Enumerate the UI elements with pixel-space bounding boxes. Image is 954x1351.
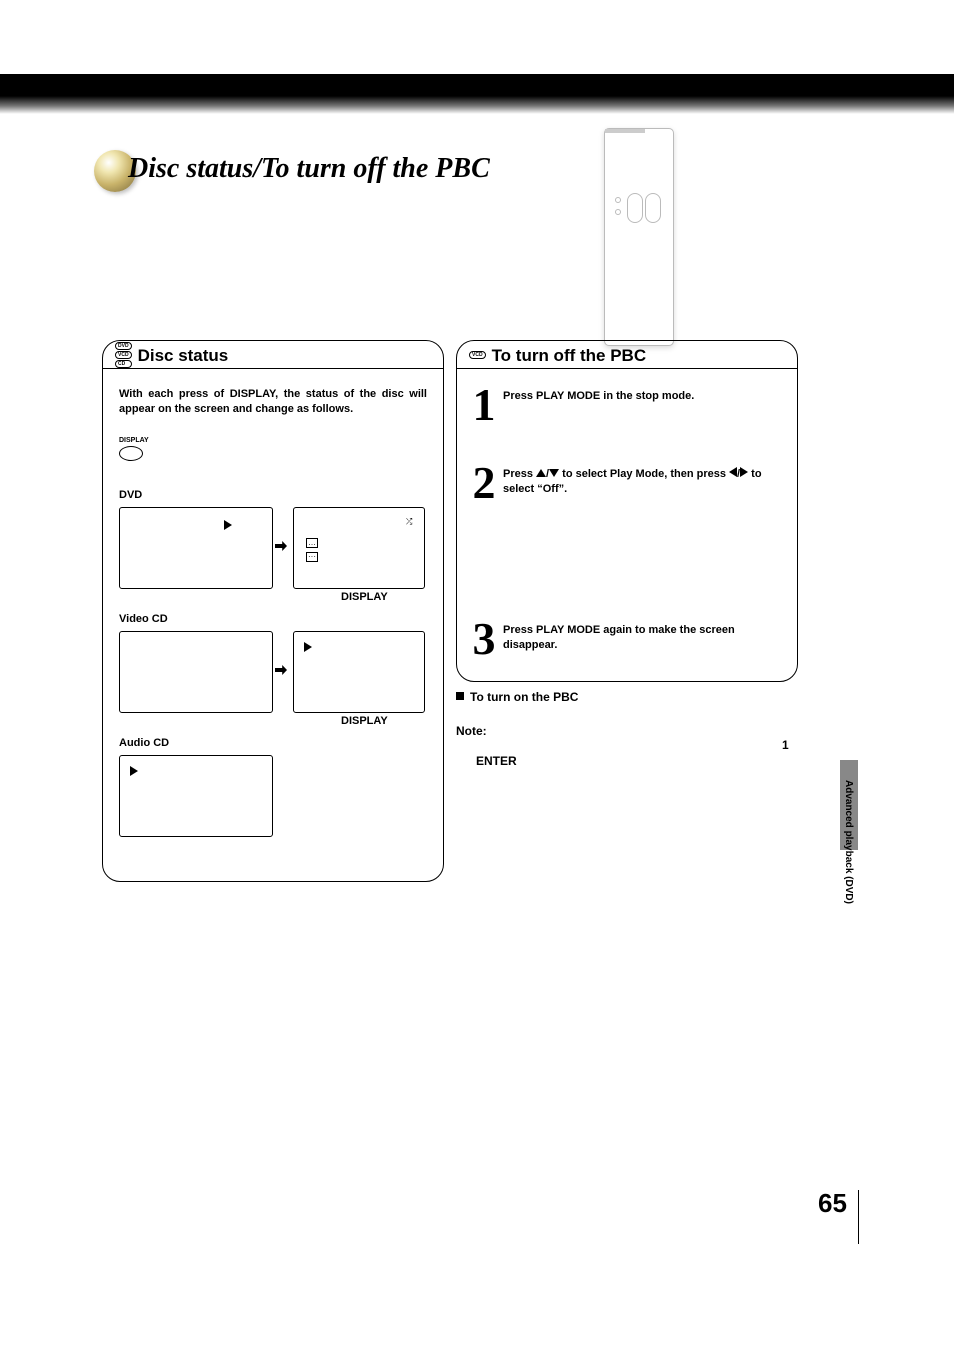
up-arrow-icon [536,469,546,477]
label-vcd: Video CD [119,613,168,626]
panel-disc-status: DVD VCD CD Disc status With each press o… [102,340,444,882]
step2-part1: Press [503,468,536,480]
panel-title-left: Disc status [138,347,229,364]
remote-top-line [605,129,645,133]
screen-dvd-1 [119,507,273,589]
lozenge-vcd-right: VCD [469,351,486,359]
step-text-1: Press PLAY MODE in the stop mode. [503,389,783,404]
screen-dvd-2: ⤮ … ··· [293,507,425,589]
note-enter: ENTER [476,754,517,769]
screen-vcd-2 [293,631,425,713]
top-black-bar [0,74,954,114]
subtitle-icon: … [306,538,318,548]
arrow-right-icon [275,541,287,551]
page-number: 65 [818,1190,847,1216]
remote-button-1 [627,193,643,223]
display-button-oval [119,446,143,461]
play-icon [224,520,232,530]
step-text-2: Press / to select Play Mode, then press … [503,467,783,497]
step-number-1: 1 [469,385,499,425]
panel-header-left: DVD VCD CD Disc status [103,341,443,369]
disc-type-lozenges-right: VCD [469,351,486,359]
audio-icon: ··· [306,552,318,562]
play-icon [304,642,312,652]
remote-button-2 [645,193,661,223]
lozenge-dvd: DVD [115,342,132,350]
panel-title-right: To turn off the PBC [492,347,647,364]
turn-on-pbc-text: To turn on the PBC [470,690,578,704]
label-cd: Audio CD [119,737,169,750]
label-dvd: DVD [119,489,142,502]
note-label: Note: [456,724,487,739]
lozenge-vcd: VCD [115,351,132,359]
panel-turn-off-pbc: VCD To turn off the PBC 1 Press PLAY MOD… [456,340,798,682]
side-tab-label: Advanced playback (DVD) [842,780,854,904]
note-trailing-1: 1 [782,738,789,753]
step-number-3: 3 [469,619,499,659]
step-number-2: 2 [469,463,499,503]
right-arrow-icon [740,467,748,477]
remote-illustration [604,128,674,346]
square-bullet-icon [456,692,464,700]
play-icon [130,766,138,776]
angle-suffix-icon: ⤮ [406,518,412,526]
page-number-rule [858,1190,859,1244]
down-arrow-icon [549,469,559,477]
disc-type-lozenges: DVD VCD CD [115,342,132,368]
disc-status-intro: With each press of DISPLAY, the status o… [119,387,427,417]
page-title: Disc status/To turn off the PBC [128,154,490,184]
step-text-3: Press PLAY MODE again to make the screen… [503,623,783,653]
remote-led-2 [615,209,621,215]
remote-led-1 [615,197,621,203]
panel-header-right: VCD To turn off the PBC [457,341,797,369]
turn-on-pbc-heading: To turn on the PBC [456,690,578,705]
screen-vcd-1 [119,631,273,713]
screen-cd-1 [119,755,273,837]
left-arrow-icon [729,467,737,477]
lozenge-cd: CD [115,360,132,368]
display-button-label: DISPLAY [119,437,145,445]
manual-page: Disc status/To turn off the PBC DVD VCD … [0,0,954,1351]
display-caption-1: DISPLAY [341,591,388,604]
step2-part2: to select Play Mode, then press [562,468,729,480]
display-caption-2: DISPLAY [341,715,388,728]
arrow-right-icon [275,665,287,675]
display-button-icon: DISPLAY [119,437,145,463]
